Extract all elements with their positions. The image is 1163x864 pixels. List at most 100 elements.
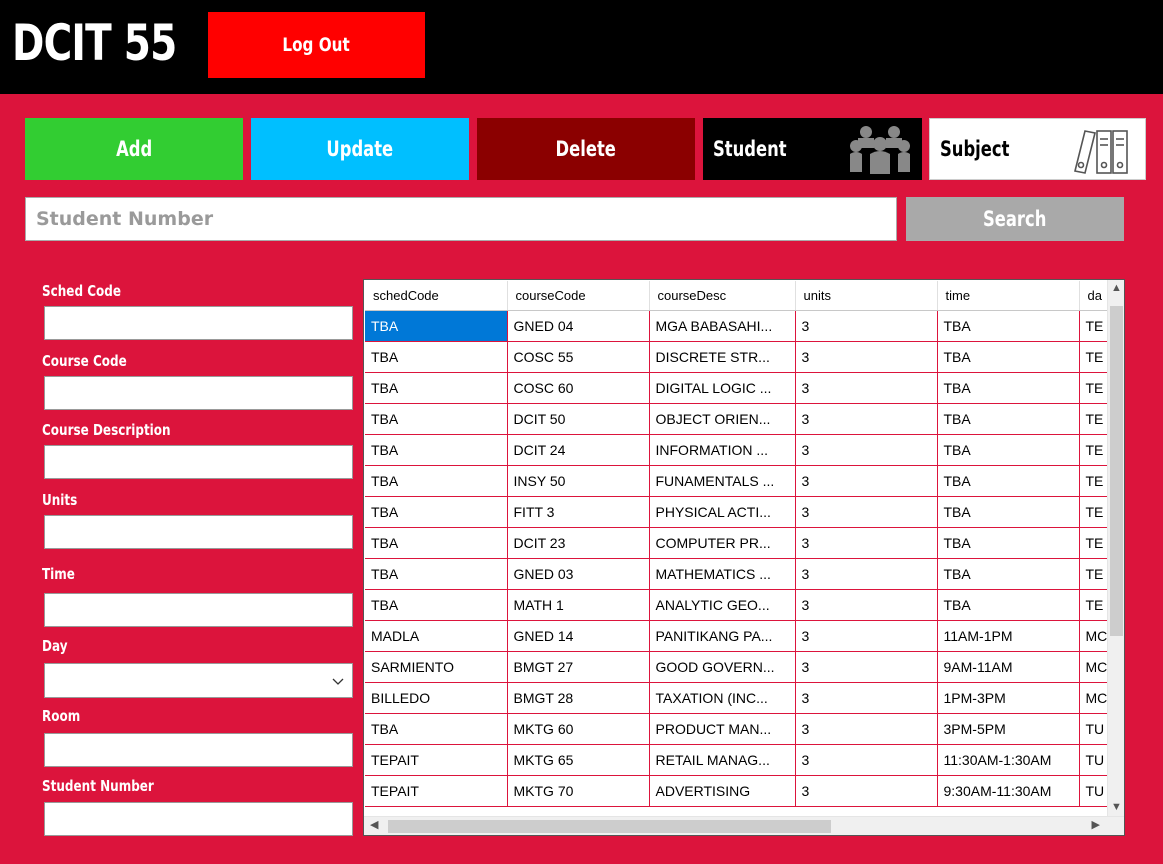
table-cell[interactable]: 3: [795, 682, 938, 714]
student-number-input[interactable]: [44, 802, 353, 836]
table-cell[interactable]: 11AM-1PM: [937, 620, 1080, 652]
sched-code-input[interactable]: [44, 306, 353, 340]
delete-button[interactable]: Delete: [477, 118, 695, 180]
vertical-scroll-thumb[interactable]: [1110, 306, 1123, 636]
table-row[interactable]: SARMIENTO BMGT 27 GOOD GOVERN... 3 9AM-11AM M…: [365, 651, 1110, 683]
table-cell[interactable]: TE: [1079, 434, 1110, 466]
vertical-scrollbar[interactable]: ▲ ▼: [1107, 280, 1124, 816]
table-row[interactable]: MADLA GNED 14 PANITIKANG PA... 3 11AM-1PM MC: [365, 620, 1110, 652]
table-cell[interactable]: MC: [1079, 651, 1110, 683]
table-cell[interactable]: MGA BABASAHI...: [649, 310, 796, 342]
table-cell[interactable]: 3: [795, 651, 938, 683]
table-cell[interactable]: 1PM-3PM: [937, 682, 1080, 714]
add-button[interactable]: Add: [25, 118, 243, 180]
table-cell[interactable]: 3: [795, 465, 938, 497]
table-cell[interactable]: TBA: [365, 465, 508, 497]
table-cell[interactable]: TBA: [365, 589, 508, 621]
room-input[interactable]: [44, 733, 353, 767]
table-cell[interactable]: TBA: [365, 558, 508, 590]
table-cell[interactable]: TBA: [365, 713, 508, 745]
table-cell[interactable]: TBA: [937, 496, 1080, 528]
table-cell[interactable]: BMGT 27: [507, 651, 650, 683]
table-cell[interactable]: 3: [795, 372, 938, 404]
table-row[interactable]: TBA INSY 50 FUNAMENTALS ... 3 TBA TE: [365, 465, 1110, 497]
table-cell[interactable]: MATHEMATICS ...: [649, 558, 796, 590]
table-cell[interactable]: SARMIENTO: [365, 651, 508, 683]
table-cell[interactable]: MC: [1079, 682, 1110, 714]
table-cell[interactable]: MKTG 70: [507, 775, 650, 807]
table-row[interactable]: TBA FITT 3 PHYSICAL ACTI... 3 TBA TE: [365, 496, 1110, 528]
table-cell[interactable]: TE: [1079, 527, 1110, 559]
course-description-input[interactable]: [44, 445, 353, 479]
table-cell[interactable]: TBA: [937, 403, 1080, 435]
table-cell[interactable]: MC: [1079, 620, 1110, 652]
column-header[interactable]: courseDesc: [649, 281, 796, 311]
student-button[interactable]: Student: [703, 118, 922, 180]
table-cell[interactable]: TAXATION (INC...: [649, 682, 796, 714]
table-cell[interactable]: MATH 1: [507, 589, 650, 621]
column-header[interactable]: da: [1079, 281, 1110, 311]
table-cell[interactable]: FITT 3: [507, 496, 650, 528]
table-cell[interactable]: DISCRETE STR...: [649, 341, 796, 373]
table-cell[interactable]: TE: [1079, 496, 1110, 528]
table-cell[interactable]: INSY 50: [507, 465, 650, 497]
table-cell[interactable]: TBA: [937, 465, 1080, 497]
table-cell[interactable]: TE: [1079, 403, 1110, 435]
table-row[interactable]: TBA MKTG 60 PRODUCT MAN... 3 3PM-5PM TU: [365, 713, 1110, 745]
table-row[interactable]: TBA MATH 1 ANALYTIC GEO... 3 TBA TE: [365, 589, 1110, 621]
table-row[interactable]: TEPAIT MKTG 70 ADVERTISING 3 9:30AM-11:30AM T…: [365, 775, 1110, 807]
schedule-grid[interactable]: schedCode courseCode courseDesc units time da…: [363, 279, 1125, 836]
table-cell[interactable]: GNED 14: [507, 620, 650, 652]
table-cell[interactable]: TBA: [937, 558, 1080, 590]
table-cell[interactable]: TE: [1079, 341, 1110, 373]
scroll-left-icon[interactable]: ◀: [370, 820, 378, 831]
table-cell[interactable]: COSC 55: [507, 341, 650, 373]
horizontal-scroll-thumb[interactable]: [388, 820, 831, 833]
table-cell[interactable]: DCIT 50: [507, 403, 650, 435]
table-cell[interactable]: COMPUTER PR...: [649, 527, 796, 559]
table-cell[interactable]: GNED 04: [507, 310, 650, 342]
column-header[interactable]: courseCode: [507, 281, 650, 311]
table-cell[interactable]: 3: [795, 713, 938, 745]
table-row[interactable]: TEPAIT MKTG 65 RETAIL MANAG... 3 11:30AM-1:3…: [365, 744, 1110, 776]
table-cell[interactable]: 3: [795, 744, 938, 776]
table-cell[interactable]: BMGT 28: [507, 682, 650, 714]
update-button[interactable]: Update: [251, 118, 469, 180]
table-cell[interactable]: 9AM-11AM: [937, 651, 1080, 683]
table-cell[interactable]: BILLEDO: [365, 682, 508, 714]
table-cell[interactable]: TU: [1079, 713, 1110, 745]
table-cell[interactable]: DCIT 23: [507, 527, 650, 559]
table-cell[interactable]: DCIT 24: [507, 434, 650, 466]
table-cell[interactable]: TBA: [937, 434, 1080, 466]
table-cell[interactable]: TE: [1079, 465, 1110, 497]
table-row[interactable]: TBA DCIT 24 INFORMATION ... 3 TBA TE: [365, 434, 1110, 466]
course-code-input[interactable]: [44, 376, 353, 410]
column-header[interactable]: units: [795, 281, 938, 311]
table-cell[interactable]: TU: [1079, 775, 1110, 807]
table-cell[interactable]: ADVERTISING: [649, 775, 796, 807]
table-cell[interactable]: TE: [1079, 589, 1110, 621]
table-cell[interactable]: 3: [795, 310, 938, 342]
table-cell[interactable]: PANITIKANG PA...: [649, 620, 796, 652]
column-header[interactable]: schedCode: [365, 281, 508, 311]
table-cell[interactable]: TBA: [937, 372, 1080, 404]
units-input[interactable]: [44, 515, 353, 549]
table-cell[interactable]: ANALYTIC GEO...: [649, 589, 796, 621]
table-cell[interactable]: GNED 03: [507, 558, 650, 590]
table-cell[interactable]: RETAIL MANAG...: [649, 744, 796, 776]
table-cell[interactable]: TBA: [365, 310, 508, 342]
table-cell[interactable]: 11:30AM-1:30AM: [937, 744, 1080, 776]
table-row[interactable]: TBA GNED 04 MGA BABASAHI... 3 TBA TE: [365, 310, 1110, 342]
scroll-up-icon[interactable]: ▲: [1111, 283, 1122, 294]
time-input[interactable]: [44, 593, 353, 627]
logout-button[interactable]: Log Out: [208, 12, 425, 78]
table-cell[interactable]: 3: [795, 434, 938, 466]
table-cell[interactable]: OBJECT ORIEN...: [649, 403, 796, 435]
table-cell[interactable]: INFORMATION ...: [649, 434, 796, 466]
table-cell[interactable]: MADLA: [365, 620, 508, 652]
table-cell[interactable]: TE: [1079, 372, 1110, 404]
table-cell[interactable]: 9:30AM-11:30AM: [937, 775, 1080, 807]
table-cell[interactable]: COSC 60: [507, 372, 650, 404]
table-row[interactable]: TBA GNED 03 MATHEMATICS ... 3 TBA TE: [365, 558, 1110, 590]
table-cell[interactable]: TE: [1079, 558, 1110, 590]
